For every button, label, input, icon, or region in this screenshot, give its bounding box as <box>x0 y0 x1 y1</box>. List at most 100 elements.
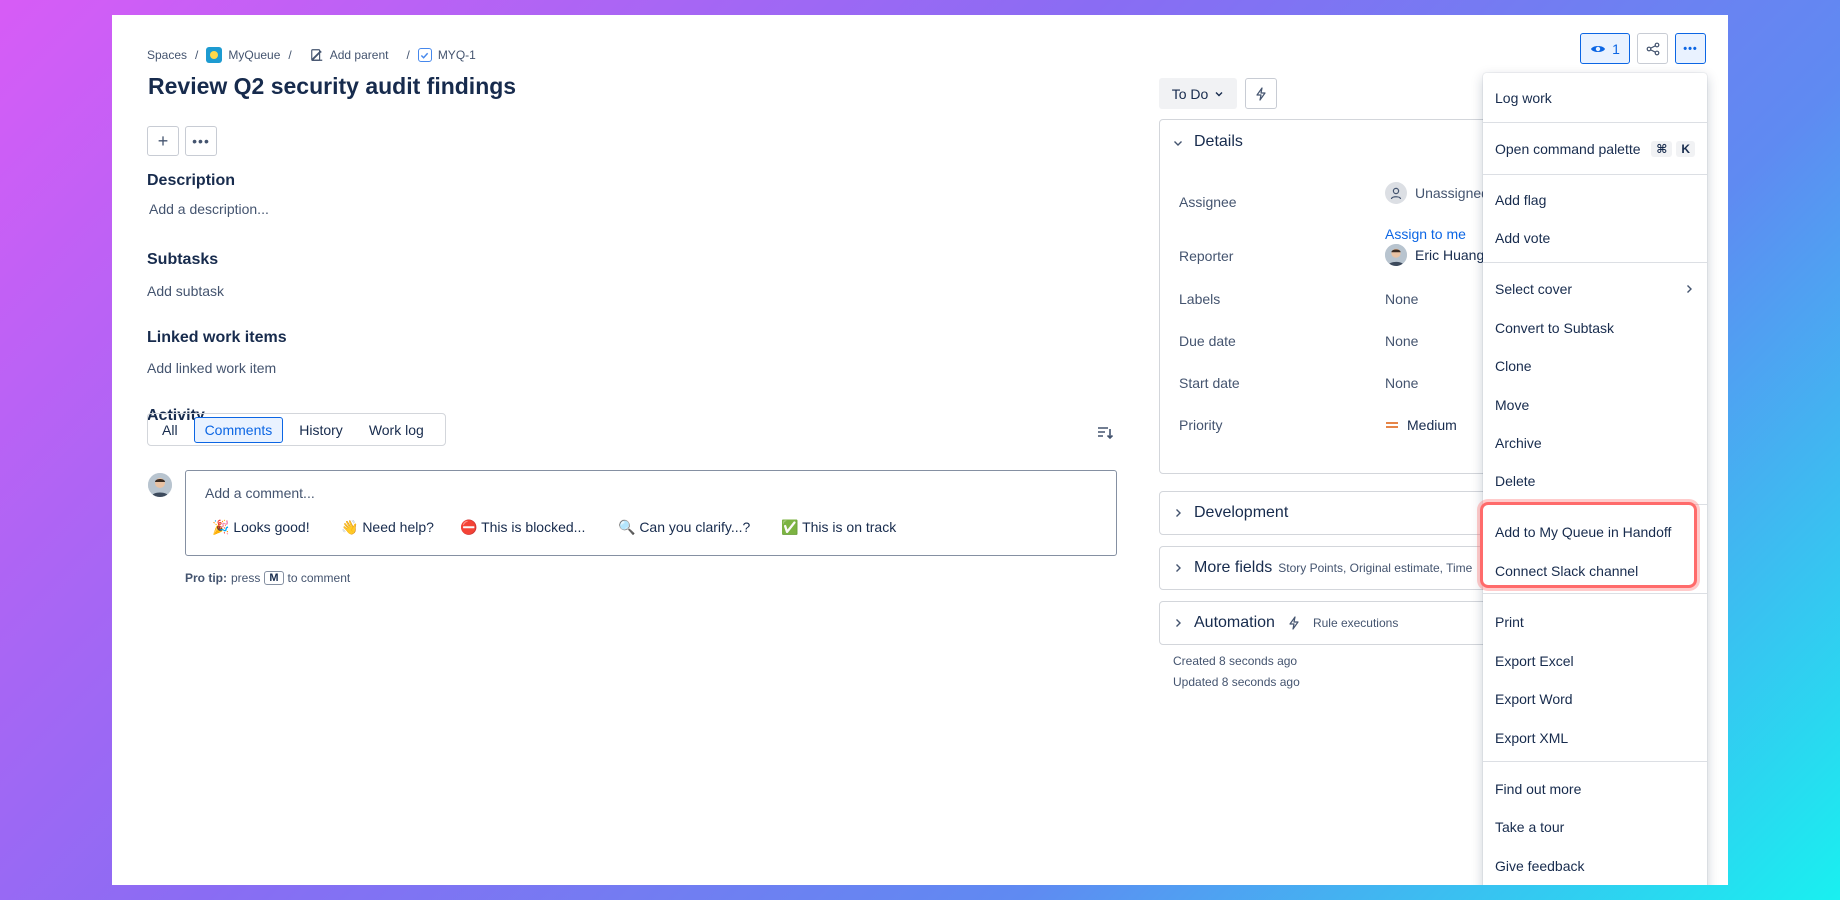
breadcrumb-separator: / <box>288 48 292 62</box>
issue-key-label: MYQ-1 <box>437 48 476 62</box>
eye-icon <box>1591 45 1606 52</box>
chevron-right-icon <box>1176 619 1181 627</box>
menu-item-take-tour[interactable]: Take a tour <box>1483 810 1707 844</box>
menu-item-export-word[interactable]: Export Word <box>1483 682 1707 716</box>
issue-title[interactable]: Review Q2 security audit findings <box>148 73 516 100</box>
menu-divider <box>1483 174 1707 175</box>
reporter-avatar <box>1385 244 1407 266</box>
quick-reply-looks-good[interactable]: 🎉 Looks good! <box>212 519 310 536</box>
reporter-label: Reporter <box>1179 248 1234 264</box>
menu-item-label: Export Excel <box>1495 653 1574 669</box>
more-menu-button[interactable]: ••• <box>1675 33 1706 64</box>
ellipsis-icon: ••• <box>1683 42 1698 55</box>
assignee-label: Assignee <box>1179 194 1237 210</box>
menu-divider <box>1483 122 1707 123</box>
start-date-value[interactable]: None <box>1385 375 1418 391</box>
menu-item-delete[interactable]: Delete <box>1483 464 1707 498</box>
priority-value[interactable]: Medium <box>1385 417 1457 433</box>
menu-item-select-cover[interactable]: Select cover <box>1483 272 1707 306</box>
details-heading[interactable]: Details <box>1194 133 1243 151</box>
quick-reply-clarify[interactable]: 🔍 Can you clarify...? <box>618 519 750 536</box>
chevron-down-icon <box>1215 91 1223 96</box>
menu-item-export-excel[interactable]: Export Excel <box>1483 644 1707 678</box>
menu-item-command-palette[interactable]: Open command palette ⌘ K <box>1483 132 1707 166</box>
start-date-label: Start date <box>1179 375 1240 391</box>
menu-item-add-to-handoff[interactable]: Add to My Queue in Handoff <box>1483 515 1707 549</box>
breadcrumb-spaces[interactable]: Spaces <box>147 48 187 62</box>
menu-item-print[interactable]: Print <box>1483 605 1707 639</box>
labels-label: Labels <box>1179 291 1221 307</box>
quick-reply-on-track[interactable]: ✅ This is on track <box>781 519 896 536</box>
tab-all[interactable]: All <box>152 418 188 442</box>
menu-item-label: Connect Slack channel <box>1495 563 1639 579</box>
breadcrumb-project-label: MyQueue <box>228 48 281 62</box>
more-actions-menu: Log work Open command palette ⌘ K Add fl… <box>1483 73 1707 885</box>
pro-tip-suffix: to comment <box>287 571 351 585</box>
breadcrumb-separator: / <box>195 48 199 62</box>
project-logo-icon <box>206 47 223 63</box>
menu-item-connect-slack[interactable]: Connect Slack channel <box>1483 554 1707 588</box>
more-actions-button[interactable]: ••• <box>185 126 217 156</box>
menu-item-export-xml[interactable]: Export XML <box>1483 721 1707 755</box>
share-button[interactable] <box>1637 33 1668 64</box>
add-button[interactable]: + <box>147 126 179 156</box>
chevron-down-icon[interactable] <box>1172 137 1184 149</box>
more-fields-header: More fields Story Points, Original estim… <box>1194 559 1472 577</box>
pro-tip: Pro tip: press M to comment <box>185 571 350 585</box>
menu-item-label: Open command palette <box>1495 141 1641 157</box>
reporter-value[interactable]: Eric Huang <box>1385 244 1484 266</box>
menu-item-label: Add vote <box>1495 230 1551 246</box>
menu-item-label: Give feedback <box>1495 858 1585 874</box>
comment-editor[interactable]: Add a comment... 🎉 Looks good! 👋 Need he… <box>185 470 1117 556</box>
issue-window: Spaces / MyQueue / Add parent / MYQ-1 Re… <box>112 15 1728 885</box>
menu-item-label: Add flag <box>1495 192 1547 208</box>
breadcrumb-issue-key[interactable]: MYQ-1 <box>417 48 476 62</box>
tab-comments[interactable]: Comments <box>193 416 284 443</box>
menu-item-label: Find out more <box>1495 781 1582 797</box>
add-linked-item-button[interactable]: Add linked work item <box>147 360 276 376</box>
menu-item-add-vote[interactable]: Add vote <box>1483 221 1707 255</box>
share-icon <box>1646 42 1659 55</box>
sort-icon[interactable] <box>1096 424 1114 442</box>
menu-item-label: Print <box>1495 614 1524 630</box>
menu-item-log-work[interactable]: Log work <box>1483 81 1707 115</box>
menu-item-archive[interactable]: Archive <box>1483 426 1707 460</box>
tab-history[interactable]: History <box>289 418 353 442</box>
menu-item-move[interactable]: Move <box>1483 388 1707 422</box>
automation-button[interactable] <box>1245 78 1277 109</box>
menu-item-give-feedback[interactable]: Give feedback <box>1483 849 1707 883</box>
add-subtask-button[interactable]: Add subtask <box>147 283 224 299</box>
due-date-value[interactable]: None <box>1385 333 1418 349</box>
watchers-button[interactable]: 1 <box>1580 33 1630 64</box>
tab-work-log[interactable]: Work log <box>359 418 434 442</box>
menu-item-convert-subtask[interactable]: Convert to Subtask <box>1483 311 1707 345</box>
quick-reply-need-help[interactable]: 👋 Need help? <box>341 519 434 536</box>
menu-item-clone[interactable]: Clone <box>1483 349 1707 383</box>
labels-value[interactable]: None <box>1385 291 1418 307</box>
status-dropdown[interactable]: To Do <box>1159 78 1237 109</box>
priority-name: Medium <box>1407 417 1457 433</box>
quick-reply-blocked[interactable]: ⛔ This is blocked... <box>460 519 585 536</box>
assign-to-me-link[interactable]: Assign to me <box>1385 226 1466 242</box>
menu-item-add-flag[interactable]: Add flag <box>1483 183 1707 217</box>
menu-divider <box>1483 262 1707 263</box>
menu-item-label: Archive <box>1495 435 1542 451</box>
add-parent-label: Add parent <box>329 48 389 62</box>
breadcrumb-project[interactable]: MyQueue <box>206 47 280 63</box>
due-date-label: Due date <box>1179 333 1236 349</box>
menu-item-label: Move <box>1495 397 1530 413</box>
pro-tip-key: M <box>264 571 284 585</box>
lightning-icon <box>1289 616 1299 630</box>
shortcut-keys: ⌘ K <box>1651 141 1695 157</box>
add-parent-button[interactable]: Add parent <box>310 48 389 62</box>
menu-item-label: Clone <box>1495 358 1532 374</box>
assignee-value[interactable]: Unassigned <box>1385 182 1489 204</box>
description-input[interactable]: Add a description... <box>149 201 269 217</box>
pro-tip-press: press <box>231 571 261 585</box>
menu-item-label: Convert to Subtask <box>1495 320 1615 336</box>
priority-label: Priority <box>1179 417 1223 433</box>
comment-input[interactable]: Add a comment... <box>205 485 315 501</box>
menu-item-find-out-more[interactable]: Find out more <box>1483 772 1707 806</box>
menu-item-label: Log work <box>1495 90 1552 106</box>
menu-divider <box>1483 761 1707 762</box>
